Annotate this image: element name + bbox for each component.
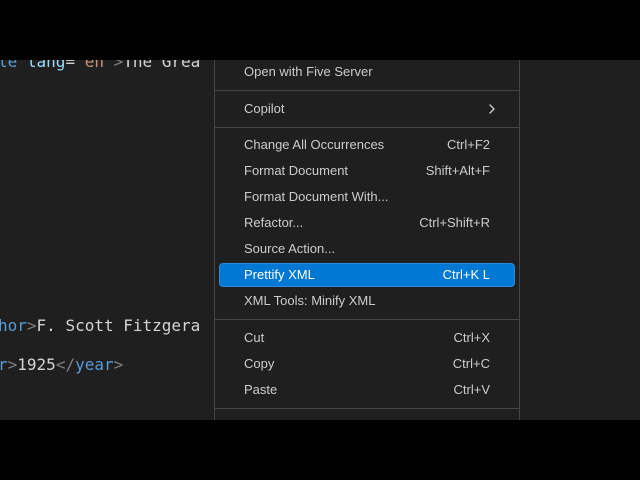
menu-item-prettify-xml[interactable]: Prettify XML Ctrl+K L [219, 263, 515, 287]
menu-separator [215, 127, 519, 128]
menu-item-label: Source Action... [244, 241, 336, 256]
menu-item-xml-tools-minify[interactable]: XML Tools: Minify XML [219, 289, 515, 313]
element-text: F. Scott Fitzgera [36, 316, 201, 335]
tag-name: hor [0, 316, 27, 335]
menu-item-shortcut: Ctrl+Shift+R [419, 215, 490, 230]
menu-separator [215, 408, 519, 409]
code-line-author: hor>F. Scott Fitzgera [0, 316, 200, 336]
menu-item-label: Copilot [244, 101, 285, 116]
tag-name: le [0, 60, 18, 71]
menu-item-label: Cut [244, 330, 265, 345]
menu-item-shortcut: Ctrl+X [453, 330, 490, 345]
menu-item-shortcut: Ctrl+K L [442, 267, 490, 282]
attribute-value: "en" [75, 60, 114, 71]
menu-separator [215, 90, 519, 91]
chevron-right-icon [489, 104, 495, 114]
menu-item-label: Format Document With... [244, 189, 389, 204]
menu-item-source-action[interactable]: Source Action... [219, 237, 515, 261]
context-menu: Open with Five Server Copilot Change All… [214, 60, 520, 420]
menu-item-copilot[interactable]: Copilot [219, 97, 515, 121]
menu-item-label: Copy [244, 356, 275, 371]
menu-item-format-document[interactable]: Format Document Shift+Alt+F [219, 159, 515, 183]
menu-item-cut[interactable]: Cut Ctrl+X [219, 326, 515, 350]
menu-item-change-all-occurrences[interactable]: Change All Occurrences Ctrl+F2 [219, 133, 515, 157]
menu-item-label: Prettify XML [244, 267, 315, 282]
menu-item-refactor[interactable]: Refactor... Ctrl+Shift+R [219, 211, 515, 235]
code-line-title: le lang="en">The Grea [0, 60, 200, 72]
menu-item-label: XML Tools: Minify XML [244, 293, 376, 308]
menu-separator [215, 319, 519, 320]
tag-name: r [0, 355, 8, 374]
menu-item-shortcut: Ctrl+C [452, 356, 490, 371]
menu-item-open-with-five-server[interactable]: Open with Five Server [219, 60, 515, 84]
tag-name: year [75, 355, 114, 374]
tag-bracket: > [7, 355, 18, 374]
menu-item-label: Change All Occurrences [244, 137, 385, 152]
menu-item-copy[interactable]: Copy Ctrl+C [219, 352, 515, 376]
element-text: 1925 [17, 355, 56, 374]
menu-item-format-document-with[interactable]: Format Document With... [219, 185, 515, 209]
video-frame: le lang="en">The Grea hor>F. Scott Fitzg… [0, 0, 640, 480]
tag-bracket: > [26, 316, 37, 335]
tag-bracket: > [113, 355, 124, 374]
tag-bracket: </ [55, 355, 76, 374]
tag-bracket: > [113, 60, 124, 71]
equals-sign: = [65, 60, 76, 71]
menu-item-shortcut: Ctrl+F2 [447, 137, 490, 152]
menu-item-label: Paste [244, 382, 278, 397]
attribute-name: lang [26, 60, 66, 71]
menu-item-paste[interactable]: Paste Ctrl+V [219, 378, 515, 402]
menu-item-label: Refactor... [244, 215, 304, 230]
menu-item-shortcut: Ctrl+V [453, 382, 490, 397]
element-text: The Grea [123, 60, 201, 71]
code-line-year: r>1925</year> [0, 355, 123, 375]
menu-item-label: Open with Five Server [244, 64, 373, 79]
menu-item-shortcut: Shift+Alt+F [425, 163, 490, 178]
menu-item-label: Format Document [244, 163, 349, 178]
